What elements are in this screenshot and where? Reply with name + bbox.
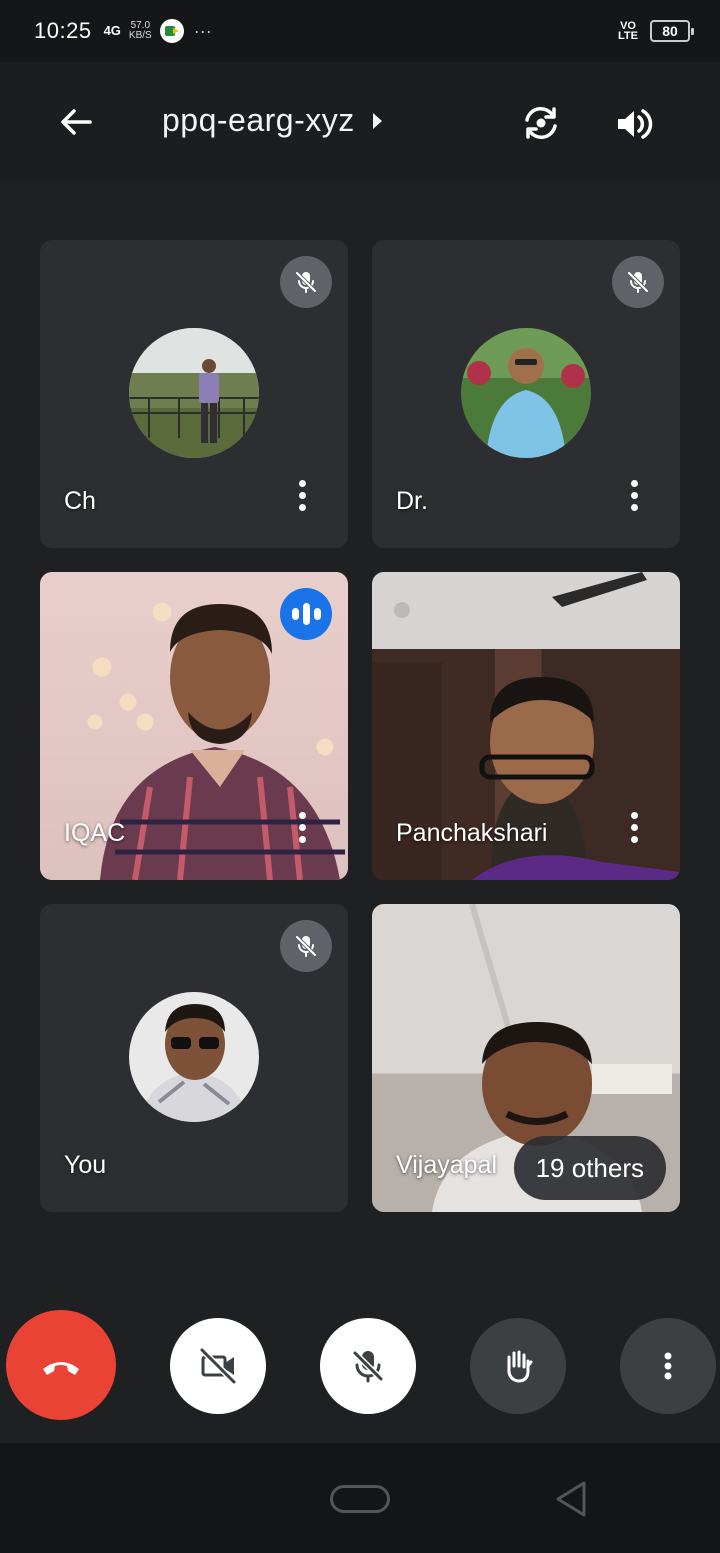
volte-icon: VO LTE	[618, 20, 638, 42]
battery-icon: 80	[650, 20, 694, 42]
home-button[interactable]	[330, 1485, 390, 1513]
speaker-icon	[618, 109, 653, 139]
triangle-back-icon	[556, 1481, 586, 1517]
mic-off-icon	[612, 256, 664, 308]
others-chip[interactable]: 19 others	[513, 1136, 666, 1200]
switch-camera-button[interactable]	[518, 100, 564, 146]
more-vertical-icon	[664, 1352, 672, 1380]
participant-name: Dr.	[396, 487, 428, 515]
participant-name: IQAC	[64, 819, 126, 847]
more-notifications-icon: ···	[193, 20, 212, 41]
more-options-button[interactable]	[620, 1318, 716, 1414]
participant-name: Panchakshari	[396, 819, 548, 847]
back-button[interactable]	[54, 100, 98, 144]
arrow-left-icon	[61, 109, 92, 135]
mic-toggle-button[interactable]	[320, 1318, 416, 1414]
switch-camera-icon	[525, 107, 557, 139]
more-options-button[interactable]	[624, 480, 644, 518]
camera-toggle-button[interactable]	[170, 1318, 266, 1414]
status-bar: 10:25 4G 57.0 KB/S ··· VO LTE 80	[0, 0, 720, 62]
participant-tile[interactable]: Vijayapal 19 others	[372, 904, 680, 1212]
avatar	[129, 328, 259, 458]
participant-name: Vijayapal	[396, 1151, 498, 1179]
network-speed: 57.0 KB/S	[129, 21, 152, 41]
system-navigation-bar	[0, 1443, 720, 1553]
avatar	[461, 328, 591, 458]
participant-tile[interactable]: IQAC	[40, 572, 348, 880]
meeting-code: ppq-earg-xyz	[162, 102, 355, 138]
participant-name: Ch	[64, 487, 96, 515]
mic-off-icon	[280, 256, 332, 308]
raise-hand-button[interactable]	[470, 1318, 566, 1414]
hand-icon	[507, 1350, 533, 1383]
network-speed-unit: KB/S	[128, 30, 152, 41]
camera-off-icon	[199, 1347, 237, 1385]
more-options-button[interactable]	[292, 812, 312, 850]
participant-tile[interactable]: You	[40, 904, 348, 1212]
participant-name: You	[64, 1151, 107, 1179]
meet-app-icon	[159, 19, 184, 43]
more-options-button[interactable]	[624, 812, 644, 850]
participant-tile[interactable]: Panchakshari	[372, 572, 680, 880]
participant-tile[interactable]: Ch	[40, 240, 348, 548]
participant-grid: Ch Dr. IQAC Panchakshari You Vijayapal 1…	[0, 180, 720, 1280]
meeting-header: ppq-earg-xyz	[0, 62, 720, 180]
call-controls	[0, 1280, 720, 1443]
meeting-info-button[interactable]: ppq-earg-xyz	[162, 102, 382, 139]
mic-off-icon	[280, 920, 332, 972]
audio-output-button[interactable]	[612, 102, 656, 146]
participant-tile[interactable]: Dr.	[372, 240, 680, 548]
avatar	[129, 992, 259, 1122]
more-options-button[interactable]	[292, 480, 312, 518]
mic-off-icon	[352, 1350, 384, 1383]
speaking-indicator-icon	[280, 588, 332, 640]
caret-right-icon	[372, 112, 382, 129]
end-call-button[interactable]	[6, 1310, 116, 1420]
signal-icon: 4G	[103, 23, 121, 38]
system-back-button[interactable]	[554, 1479, 588, 1519]
hang-up-icon	[43, 1362, 79, 1375]
status-time: 10:25	[34, 18, 92, 43]
